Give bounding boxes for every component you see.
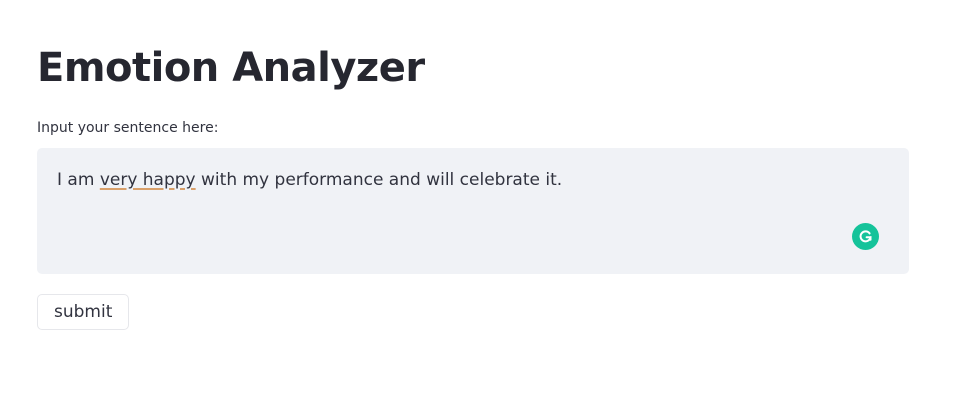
input-label: Input your sentence here: xyxy=(37,120,219,136)
textarea-content[interactable]: I am very happy with my performance and … xyxy=(57,168,889,192)
flagged-phrase[interactable]: very happy xyxy=(100,170,196,190)
grammarly-glyph xyxy=(859,230,872,243)
textarea-text-before: I am xyxy=(57,170,100,190)
textarea-text-after: with my performance and will celebrate i… xyxy=(195,170,563,190)
sentence-textarea[interactable]: I am very happy with my performance and … xyxy=(37,148,909,274)
grammarly-g-icon[interactable] xyxy=(852,223,879,250)
submit-button[interactable]: submit xyxy=(37,294,130,330)
page-title: Emotion Analyzer xyxy=(37,45,425,91)
